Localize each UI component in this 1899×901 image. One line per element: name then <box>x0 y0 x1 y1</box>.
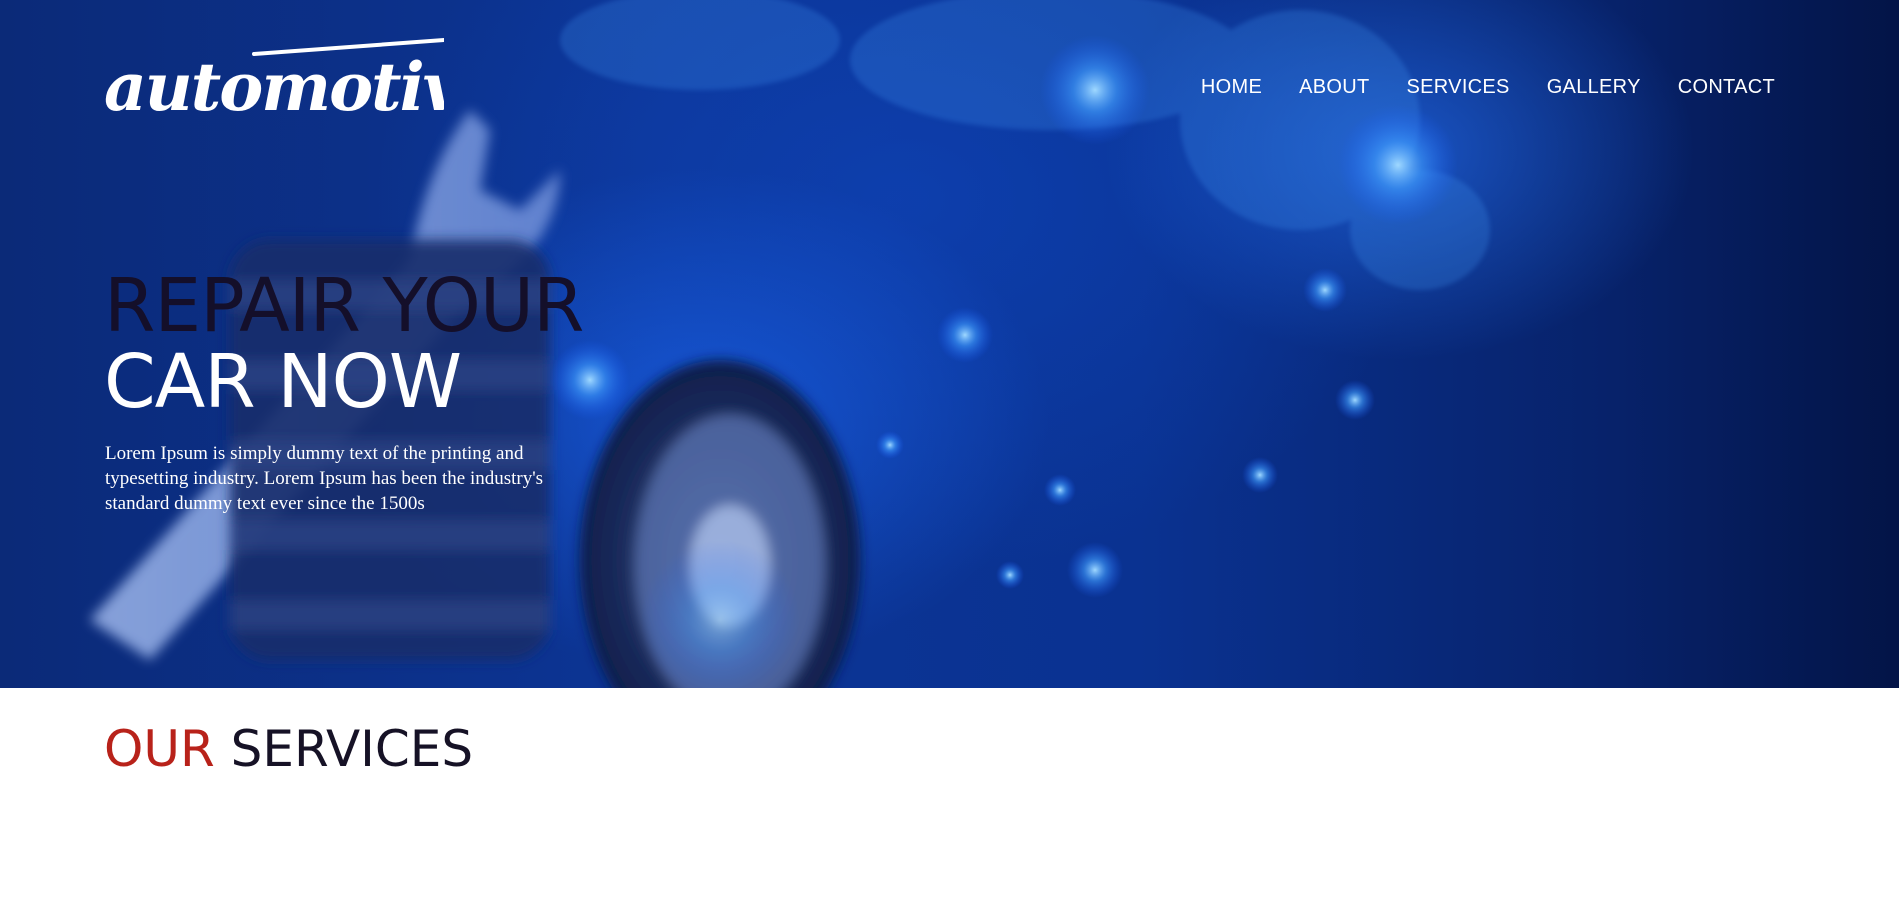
services-section-title: OUR SERVICES <box>104 720 473 778</box>
nav-home[interactable]: HOME <box>1201 76 1262 99</box>
main-nav: HOME ABOUT SERVICES GALLERY CONTACT <box>1201 76 1775 99</box>
hero-headline-line2: CAR NOW <box>104 339 462 425</box>
page: automotive HOME ABOUT SERVICES GALLERY C… <box>0 0 1899 901</box>
nav-about[interactable]: ABOUT <box>1299 76 1369 99</box>
hero-banner: automotive HOME ABOUT SERVICES GALLERY C… <box>0 0 1899 688</box>
brand-logo[interactable]: automotive <box>104 32 501 144</box>
nav-gallery[interactable]: GALLERY <box>1547 76 1641 99</box>
hero-description: Lorem Ipsum is simply dummy text of the … <box>105 443 544 514</box>
services-title-accent: OUR <box>104 720 215 778</box>
nav-services[interactable]: SERVICES <box>1407 76 1510 99</box>
hero-headline: REPAIR YOUR CAR NOW <box>104 263 584 425</box>
nav-contact[interactable]: CONTACT <box>1678 76 1775 99</box>
services-title-rest: SERVICES <box>230 720 474 778</box>
logo-text: automotive <box>104 48 444 126</box>
hero-headline-line1: REPAIR YOUR <box>104 263 584 349</box>
